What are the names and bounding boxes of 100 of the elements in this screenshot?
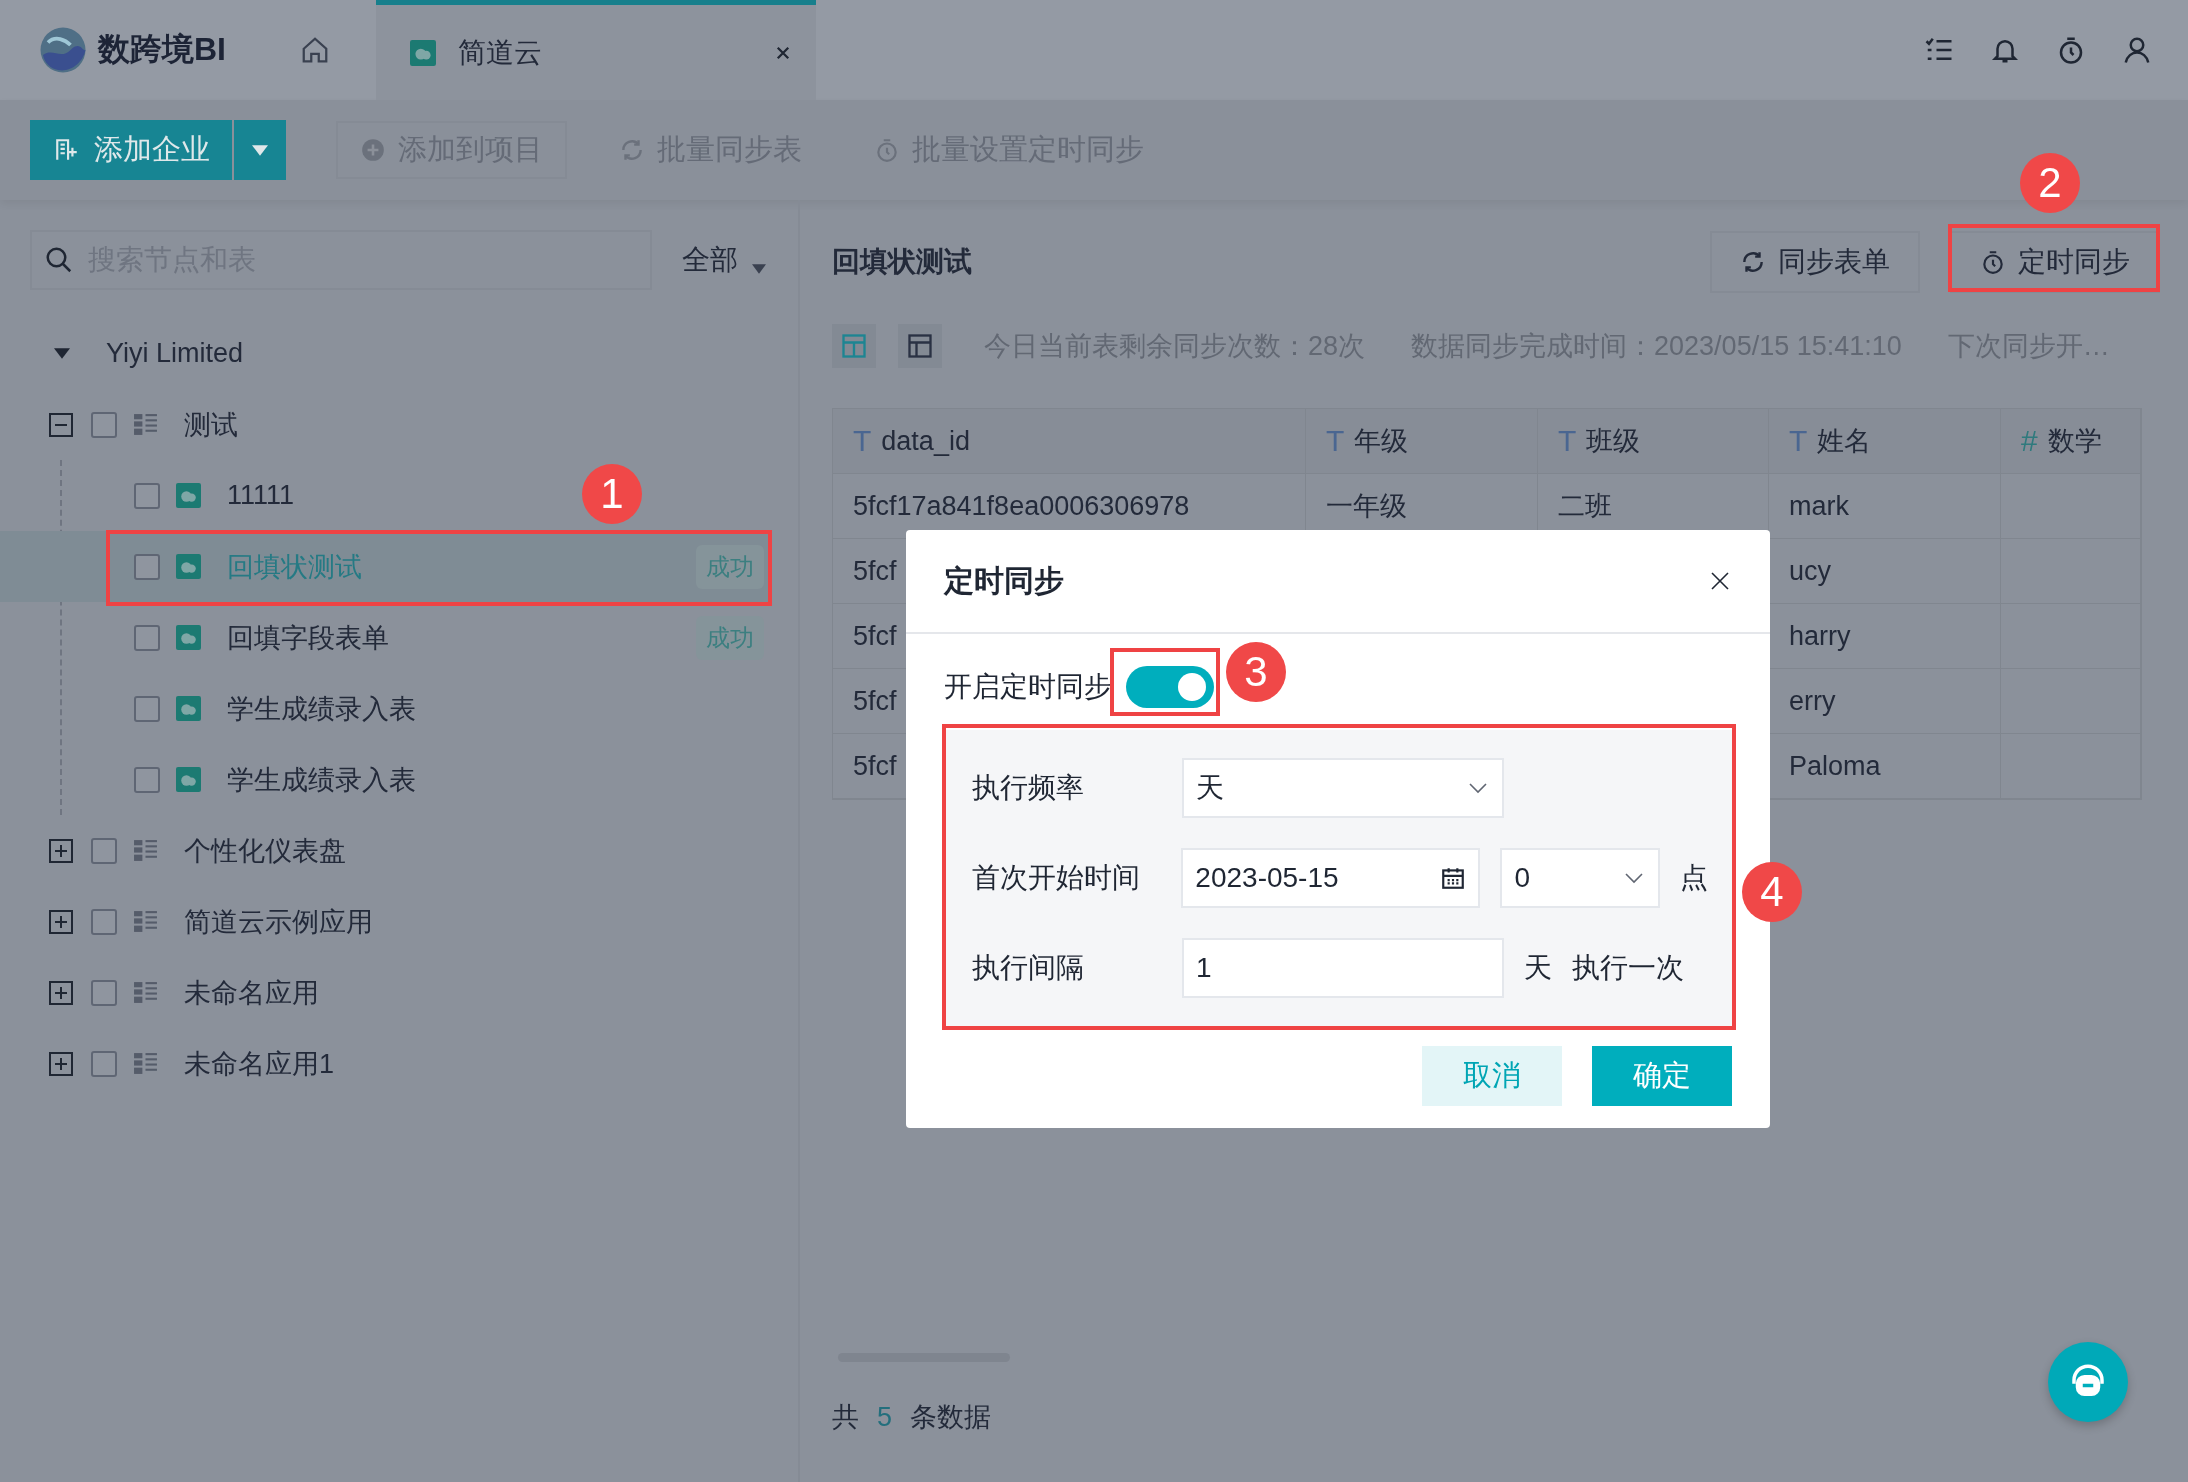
checkbox[interactable] (134, 766, 160, 793)
search-icon (44, 245, 74, 275)
field-label: 开启定时同步 (944, 670, 1112, 704)
field-label: 首次开始时间 (972, 861, 1141, 895)
calendar-icon (1440, 865, 1467, 891)
tree-item[interactable]: 学生成绩录入表 (0, 744, 426, 815)
plus-circle-icon (360, 137, 386, 163)
app-tab[interactable]: 简道云 (376, 0, 816, 100)
tree-item[interactable]: 简道云示例应用 (0, 886, 770, 957)
list-grid-icon (133, 909, 158, 934)
tree-label: 简道云示例应用 (184, 905, 373, 939)
tree-item[interactable]: 未命名应用 (0, 957, 770, 1028)
checkbox[interactable] (91, 837, 117, 864)
checkbox[interactable] (91, 908, 117, 935)
caret-down-icon (252, 144, 268, 156)
cloud-icon (410, 39, 436, 66)
toggle-switch[interactable] (1126, 666, 1214, 708)
expand-icon[interactable] (49, 1051, 73, 1076)
tree-item[interactable]: 11111 (0, 460, 305, 531)
type-mark: T (853, 424, 872, 458)
unit-label: 天 (1524, 951, 1552, 985)
timer-icon (1980, 249, 2006, 275)
expand-icon[interactable] (49, 980, 73, 1005)
list-grid-icon (133, 980, 158, 1005)
checkbox[interactable] (91, 1050, 117, 1077)
home-icon[interactable] (300, 35, 330, 65)
status-tag: 成功 (696, 544, 764, 589)
type-mark: T (1789, 424, 1808, 458)
dropdown-button[interactable] (234, 120, 286, 180)
record-count: 5 (877, 1401, 893, 1433)
app-logo-text: 数跨境BI (98, 30, 226, 69)
footer-text: 共 (832, 1401, 859, 1434)
input-field[interactable]: 1 (1182, 938, 1504, 998)
tree-label: 个性化仪表盘 (184, 834, 346, 868)
refresh-icon (1740, 249, 1766, 275)
checkbox[interactable] (91, 411, 117, 438)
tree-label: 11111 (227, 480, 295, 511)
type-mark: T (1558, 424, 1577, 458)
table-title: 回填状测试 (832, 245, 972, 279)
step-number: 4 (1742, 862, 1802, 922)
tree-label: 学生成绩录入表 (227, 763, 416, 797)
confirm-button[interactable]: 确定 (1592, 1046, 1732, 1106)
column-label: 姓名 (1817, 425, 1872, 458)
step-number: 1 (582, 464, 642, 524)
tree-label: 学生成绩录入表 (227, 692, 416, 726)
type-mark: # (2021, 424, 2038, 458)
tree-label: 未命名应用 (184, 976, 319, 1010)
toolbar-button[interactable]: 定时同步 (1950, 231, 2160, 293)
column-label: 年级 (1354, 425, 1409, 458)
tree-label: 回填字段表单 (227, 621, 389, 655)
view-toggle[interactable] (832, 324, 876, 368)
select-field[interactable]: 天 (1182, 758, 1504, 818)
column-label: 数学 (2047, 425, 2102, 458)
tree-label: Yiyi Limited (106, 338, 244, 369)
footer-text: 条数据 (910, 1401, 992, 1434)
list-grid-icon (133, 838, 158, 863)
field-label: 执行间隔 (972, 951, 1085, 985)
tree-item[interactable]: 未命名应用1 (0, 1028, 770, 1099)
filter-dropdown[interactable]: 全部 (682, 241, 766, 279)
unit-label: 执行一次 (1572, 951, 1684, 985)
type-mark: T (1326, 424, 1345, 458)
view-toggle[interactable] (898, 324, 942, 368)
select-field[interactable]: 0 (1500, 848, 1660, 908)
tree-item[interactable]: 回填字段表单 成功 (0, 602, 770, 673)
checkbox[interactable] (134, 624, 160, 651)
list-grid-icon (133, 1051, 158, 1076)
cloud-icon (176, 483, 201, 508)
toolbar-button[interactable]: 同步表单 (1710, 231, 1920, 293)
checkbox[interactable] (134, 553, 160, 580)
unit-label: 点 (1680, 861, 1708, 895)
tree-item[interactable]: 学生成绩录入表 (0, 673, 426, 744)
cancel-button[interactable]: 取消 (1422, 1046, 1562, 1106)
cloud-icon (176, 696, 201, 721)
tree-label: 回填状测试 (227, 550, 362, 584)
checkbox[interactable] (134, 482, 160, 509)
add-building-icon (54, 137, 80, 163)
collapse-icon[interactable] (49, 412, 73, 437)
tree-label: 测试 (184, 408, 238, 442)
table-view-icon (840, 332, 868, 360)
cloud-icon (176, 554, 201, 579)
support-chat-button[interactable] (2048, 1342, 2128, 1422)
date-field[interactable]: 2023-05-15 (1181, 848, 1481, 908)
checkbox[interactable] (134, 695, 160, 722)
column-label: 班级 (1586, 425, 1641, 458)
caret-down-icon (752, 264, 766, 274)
cloud-icon (176, 767, 201, 792)
refresh-icon (619, 137, 645, 163)
tab-label: 简道云 (458, 35, 543, 70)
tree-label: 未命名应用1 (184, 1047, 335, 1081)
column-label: data_id (881, 425, 970, 457)
expand-icon[interactable] (49, 909, 73, 934)
checkbox[interactable] (91, 979, 117, 1006)
status-tag: 成功 (696, 615, 764, 660)
tree-item[interactable]: 个性化仪表盘 (0, 815, 770, 886)
tree-item[interactable]: Yiyi Limited (0, 318, 770, 389)
tree-item[interactable]: 测试 (0, 389, 770, 460)
expand-icon[interactable] (49, 838, 73, 863)
cloud-icon (176, 625, 201, 650)
user-icon[interactable] (2122, 35, 2152, 65)
add-company-button[interactable]: 添加企业 (30, 120, 232, 180)
